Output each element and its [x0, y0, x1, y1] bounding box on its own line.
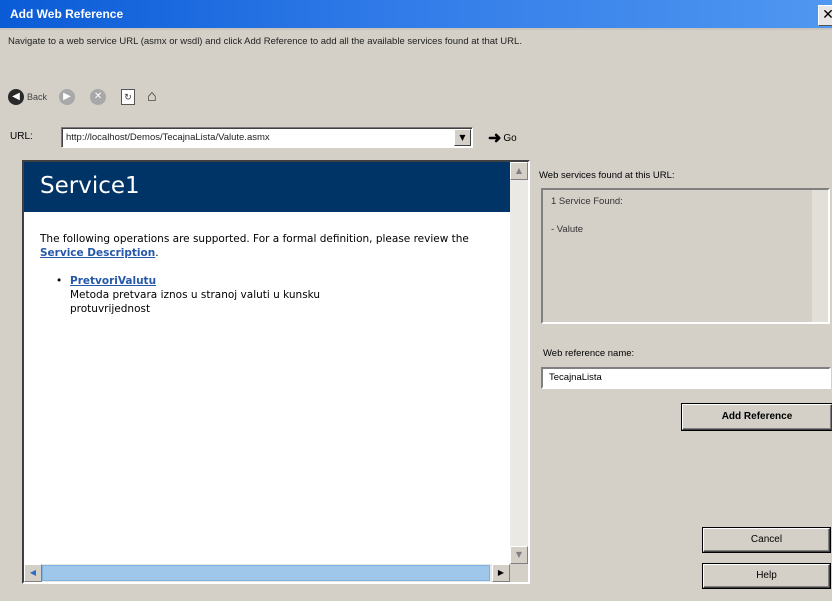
title-bar: Add Web Reference ✕	[0, 0, 832, 30]
arrow-right-icon: ▶	[497, 568, 505, 577]
services-found-label: Web services found at this URL:	[539, 170, 675, 181]
home-icon: ⌂	[147, 88, 157, 105]
vertical-scrollbar[interactable]: ▲ ▼	[510, 162, 528, 564]
service-item: - Valute	[551, 224, 584, 235]
scroll-up-button[interactable]: ▲	[510, 162, 528, 180]
scroll-corner	[510, 564, 528, 582]
browser-pane[interactable]: Service1 The following operations are su…	[22, 160, 530, 584]
refresh-button[interactable]: ↻	[121, 87, 136, 107]
back-icon: ◀	[8, 89, 24, 105]
browser-toolbar: ◀ Back ▶ ✕ ↻ ⌂	[8, 86, 169, 108]
instructions-text: Navigate to a web service URL (asmx or w…	[8, 36, 522, 47]
refresh-icon: ↻	[121, 89, 136, 105]
help-button[interactable]: Help	[703, 564, 830, 588]
services-count: 1 Service Found:	[551, 196, 623, 207]
back-label: Back	[27, 92, 48, 102]
operation-description: Metoda pretvara iznos u stranoj valuti u…	[70, 289, 321, 315]
window-title: Add Web Reference	[10, 7, 124, 21]
service-body: The following operations are supported. …	[40, 232, 502, 316]
add-reference-button[interactable]: Add Reference	[682, 404, 832, 430]
intro-paragraph: The following operations are supported. …	[40, 233, 469, 259]
url-label: URL:	[10, 131, 33, 142]
reference-name-field[interactable]	[541, 367, 831, 389]
services-found-list: 1 Service Found: - Valute	[541, 188, 830, 324]
operation-item: PretvoriValutu Metoda pretvara iznos u s…	[56, 274, 502, 316]
horizontal-scrollbar[interactable]: ◀ ▶	[24, 564, 510, 582]
forward-icon: ▶	[59, 89, 76, 105]
back-button[interactable]: ◀ Back	[8, 87, 47, 107]
service-name: Service1	[40, 173, 140, 199]
home-button[interactable]: ⌂	[147, 87, 157, 107]
operation-link[interactable]: PretvoriValutu	[70, 275, 156, 287]
reference-name-label: Web reference name:	[543, 348, 635, 359]
go-arrow-icon: ➜	[488, 130, 502, 147]
scroll-left-button[interactable]: ◀	[24, 564, 42, 582]
scroll-right-button[interactable]: ▶	[492, 564, 510, 582]
service-header: Service1	[24, 162, 510, 212]
url-dropdown-button[interactable]: ▼	[454, 129, 471, 146]
go-button[interactable]: ➜ Go	[488, 128, 517, 148]
close-button[interactable]: ✕	[818, 5, 832, 26]
stop-button[interactable]: ✕	[90, 87, 109, 107]
services-list-scrollbar[interactable]	[812, 190, 828, 322]
forward-button[interactable]: ▶	[59, 87, 78, 107]
arrow-up-icon: ▲	[515, 166, 523, 175]
reference-name-input[interactable]	[549, 372, 819, 383]
arrow-left-icon: ◀	[29, 568, 37, 577]
chevron-down-icon: ▼	[459, 133, 466, 142]
service-description-link[interactable]: Service Description	[40, 247, 155, 259]
url-input[interactable]	[66, 130, 451, 145]
arrow-down-icon: ▼	[515, 550, 523, 559]
operations-list: PretvoriValutu Metoda pretvara iznos u s…	[56, 274, 502, 316]
horizontal-scroll-thumb[interactable]	[42, 565, 490, 581]
go-label: Go	[503, 132, 517, 144]
cancel-button[interactable]: Cancel	[703, 528, 830, 552]
url-combobox[interactable]: ▼	[61, 127, 473, 148]
add-web-reference-dialog: Add Web Reference ✕ Navigate to a web se…	[0, 0, 832, 601]
stop-icon: ✕	[90, 89, 107, 105]
scroll-down-button[interactable]: ▼	[510, 546, 528, 564]
